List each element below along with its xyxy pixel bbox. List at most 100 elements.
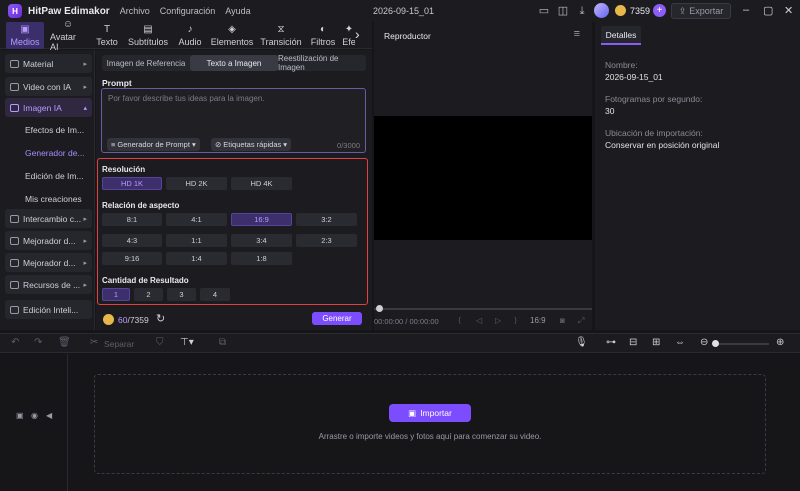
menu-ayuda[interactable]: Ayuda [225,6,250,16]
shield-icon[interactable]: ⛉ [156,337,164,348]
split-label[interactable]: Separar [104,339,134,349]
sidebar-item-imagen-ia[interactable]: Imagen IA ▴ [5,98,92,117]
tab-imagen-referencia[interactable]: Imagen de Referencia [102,55,190,71]
fullscreen-icon[interactable]: ⤢ [578,316,584,326]
generation-cost: 60/7359 [118,315,149,325]
snapshot-icon[interactable]: ◙ [560,316,565,325]
microphone-icon[interactable]: 🎙 [575,337,588,348]
sidebar-item-mejorador-2[interactable]: Mejorador d... ▸ [5,253,92,272]
quick-tags-button[interactable]: ⊘ Etiquetas rápidas ▾ [211,138,292,151]
sidebar-item-edicion-inteligente[interactable]: Edición Inteli... [5,300,92,319]
aspect-2-3[interactable]: 2:3 [296,234,357,247]
chevron-right-icon[interactable]: › [355,26,360,42]
fit-icon[interactable]: ⇔ [675,337,685,348]
tab-detalles[interactable]: Detalles [601,26,641,45]
generate-button[interactable]: Generar [312,312,362,325]
tab-subtitulos[interactable]: ▤ Subtítulos [128,22,168,49]
redo-icon[interactable]: ↷ [34,337,42,348]
seek-bar[interactable] [374,308,592,310]
zoom-in-icon[interactable]: ⊕ [776,337,784,348]
sidebar-sub-generador[interactable]: Generador de... [25,148,85,158]
track-visibility-icon[interactable]: ◉ [31,411,38,420]
prev-frame-icon[interactable]: ⟨ [458,316,461,325]
sidebar-item-video-ia[interactable]: Video con IA ▸ [5,77,92,96]
aspect-ratio-selector[interactable]: 16:9 [530,316,546,325]
play-icon[interactable]: ▷ [495,316,501,325]
tab-medios[interactable]: ▣ Medios [6,22,44,49]
resolution-hd1k[interactable]: HD 1K [102,177,162,190]
aspect-3-2[interactable]: 3:2 [296,213,357,226]
feedback-icon[interactable]: ◫ [556,4,570,18]
track-lock-icon[interactable]: ▣ [16,411,24,420]
tab-label: Avatar AI [50,31,76,52]
media-icon: ▣ [20,23,30,35]
quantity-3[interactable]: 3 [167,288,196,301]
quantity-2[interactable]: 2 [134,288,163,301]
tab-avatar-ai[interactable]: ☺ Avatar AI [50,19,86,52]
text-tool-icon[interactable]: ⊤▾ [180,337,194,348]
prompt-label: Prompt [102,78,132,88]
sidebar-item-mejorador-1[interactable]: Mejorador d... ▸ [5,231,92,250]
undo-icon[interactable]: ↶ [11,337,19,348]
resolution-hd2k[interactable]: HD 2K [166,177,227,190]
add-credits-button[interactable]: + [653,4,666,17]
aspect-9-16[interactable]: 9:16 [102,252,162,265]
link-icon[interactable]: ⊶ [606,337,616,348]
media-drop-zone[interactable] [94,374,766,474]
tab-filtros[interactable]: ◐ Filtros [310,22,336,49]
seek-handle[interactable] [376,305,383,312]
prompt-generator-button[interactable]: ≡ Generador de Prompt ▾ [107,138,200,151]
delete-icon[interactable]: 🗑 [58,337,71,348]
quantity-1[interactable]: 1 [102,288,130,301]
close-icon[interactable]: ✕ [784,4,793,17]
maximize-icon[interactable]: ▢ [763,4,773,17]
aspect-16-9[interactable]: 16:9 [231,213,292,226]
menu-configuracion[interactable]: Configuración [160,6,216,16]
menu-archivo[interactable]: Archivo [120,6,150,16]
refresh-icon[interactable]: ↻ [156,312,165,325]
aspect-1-8[interactable]: 1:8 [231,252,292,265]
sidebar-sub-creaciones[interactable]: Mis creaciones [25,194,82,204]
aspect-4-3[interactable]: 4:3 [102,234,162,247]
avatar[interactable] [594,3,609,18]
sidebar-sub-edicion[interactable]: Edición de Im... [25,171,84,181]
aspect-1-1[interactable]: 1:1 [166,234,227,247]
split-view-icon[interactable]: ⊟ [629,337,637,348]
menu-icon[interactable]: ≡ [574,28,580,40]
tab-elementos[interactable]: ◈ Elementos [211,22,254,49]
download-icon[interactable]: ⤓ [575,4,589,18]
tab-transicion[interactable]: ⧖ Transición [260,22,301,49]
sidebar-item-recursos[interactable]: Recursos de ... ▸ [5,275,92,294]
scissors-icon[interactable]: ✂ [90,337,98,348]
aspect-3-4[interactable]: 3:4 [231,234,292,247]
tab-label: Efe [343,36,355,47]
minimize-icon[interactable]: – [743,4,749,16]
tab-texto-a-imagen[interactable]: Texto a Imagen [190,55,278,71]
quantity-4[interactable]: 4 [200,288,230,301]
import-button[interactable]: ▣ Importar [389,404,471,422]
aspect-1-4[interactable]: 1:4 [166,252,227,265]
track-audio-icon[interactable]: ◀ [46,411,52,420]
chevron-right-icon: ▸ [83,215,87,223]
layout-icon[interactable]: ▭ [537,4,551,18]
tab-texto[interactable]: T Texto [95,22,119,49]
prompt-input[interactable]: Por favor describe tus ideas para la ima… [101,88,366,153]
sidebar-item-material[interactable]: Material ▸ [5,54,92,73]
sidebar-item-intercambio[interactable]: Intercambio c... ▸ [5,209,92,228]
crop-icon[interactable]: ⧉ [219,337,226,348]
tab-reestilizacion[interactable]: Reestilización de Imagen [278,54,366,72]
aspect-8-1[interactable]: 8:1 [102,213,162,226]
sidebar-sub-efectos[interactable]: Efectos de Im... [25,125,84,135]
step-back-icon[interactable]: ◁ [476,316,482,325]
zoom-slider[interactable] [714,343,769,345]
snap-icon[interactable]: ⊞ [652,337,660,348]
zoom-handle[interactable] [712,340,719,347]
aspect-4-1[interactable]: 4:1 [166,213,227,226]
next-frame-icon[interactable]: ⟩ [514,316,517,325]
zoom-out-icon[interactable]: ⊖ [700,337,708,348]
tab-efectos[interactable]: ✦ Efe [343,22,355,49]
resolution-hd4k[interactable]: HD 4K [231,177,292,190]
export-button[interactable]: ⇪ Exportar [671,3,731,19]
tab-audio[interactable]: ♪ Audio [177,22,203,49]
video-preview[interactable] [374,116,592,240]
